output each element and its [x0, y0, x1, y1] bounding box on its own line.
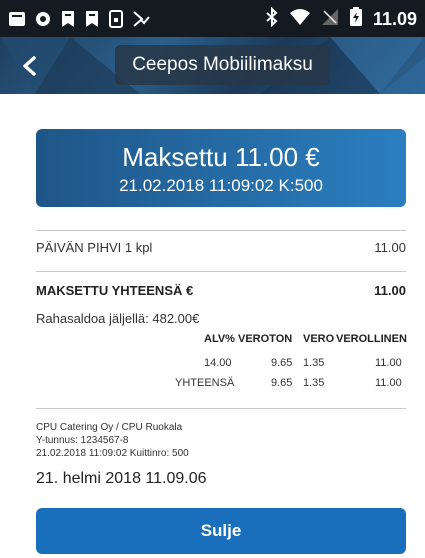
- back-button[interactable]: [14, 51, 44, 81]
- notification-square-icon: [8, 9, 26, 29]
- balance-row: Rahasaldoa jäljellä: 482.00€: [36, 311, 406, 326]
- bookmark-icon: [84, 9, 100, 29]
- vat-header-cell: VERO: [303, 333, 335, 345]
- app-title-box: Ceepos Mobiilimaksu: [115, 45, 330, 85]
- merchant-name: CPU Catering Oy / CPU Ruokala: [36, 422, 183, 433]
- chevron-left-icon: [23, 56, 36, 76]
- remaining-balance: Rahasaldoa jäljellä: 482.00€: [36, 311, 200, 326]
- status-bar: 11.09: [0, 0, 425, 37]
- vat-cell: 11.00: [375, 377, 402, 389]
- merchant-business-id: Y-tunnus: 1234567-8: [36, 435, 129, 446]
- record-icon: [34, 9, 52, 29]
- total-label: MAKSETTU YHTEENSÄ €: [36, 283, 194, 298]
- app-header: Ceepos Mobiilimaksu: [0, 37, 425, 94]
- sim-icon: [108, 9, 124, 29]
- paid-amount-title: Maksettu 11.00 €: [122, 142, 320, 172]
- vat-header-cell: VEROLLINEN: [336, 333, 407, 345]
- total-row: MAKSETTU YHTEENSÄ € 11.00: [36, 283, 406, 298]
- vat-cell: 1.35: [303, 377, 325, 389]
- vat-cell: 11.00: [375, 357, 402, 369]
- vat-row: YHTEENSÄ 9.65 1.35 11.00: [36, 377, 406, 393]
- status-time: 11.09: [372, 8, 417, 29]
- close-button[interactable]: Sulje: [36, 508, 406, 554]
- status-notifications: [8, 9, 150, 29]
- divider: [36, 408, 406, 409]
- payment-status-banner: Maksettu 11.00 € 21.02.2018 11:09:02 K:5…: [36, 129, 406, 207]
- bluetooth-icon: [265, 6, 279, 32]
- paid-timestamp: 21.02.2018 11:09:02 K:500: [119, 176, 323, 195]
- app-title: Ceepos Mobiilimaksu: [132, 54, 313, 75]
- check-flag-icon: [132, 9, 150, 29]
- wifi-icon: [289, 8, 311, 31]
- vat-cell: 9.65: [271, 377, 293, 389]
- bookmark-icon: [60, 9, 76, 29]
- close-button-label: Sulje: [200, 521, 242, 540]
- line-item-price: 11.00: [374, 240, 406, 255]
- divider: [36, 230, 406, 231]
- vat-cell: 1.35: [303, 357, 325, 369]
- vat-row: 14.00 9.65 1.35 11.00: [36, 357, 406, 373]
- receipt-number-line: 21.02.2018 11:09:02 Kuittinro: 500: [36, 448, 189, 459]
- vat-header-cell: ALV%: [204, 333, 235, 345]
- vat-cell: 14.00: [204, 357, 232, 369]
- vat-header-row: ALV% VEROTON VERO VEROLLINEN: [36, 333, 407, 349]
- signal-icon: [321, 8, 339, 31]
- vat-cell: YHTEENSÄ: [175, 377, 235, 389]
- status-system: 11.09: [265, 6, 417, 32]
- battery-icon: [349, 6, 363, 32]
- vat-cell: 9.65: [271, 357, 293, 369]
- line-item: PÄIVÄN PIHVI 1 kpl 11.00: [36, 240, 406, 255]
- merchant-info: CPU Catering Oy / CPU Ruokala Y-tunnus: …: [36, 421, 189, 460]
- line-item-name: PÄIVÄN PIHVI 1 kpl: [36, 240, 153, 255]
- vat-header-cell: VEROTON: [238, 333, 293, 345]
- divider: [36, 271, 406, 272]
- total-value: 11.00: [374, 283, 406, 298]
- receipt-date: 21. helmi 2018 11.09.06: [36, 470, 207, 487]
